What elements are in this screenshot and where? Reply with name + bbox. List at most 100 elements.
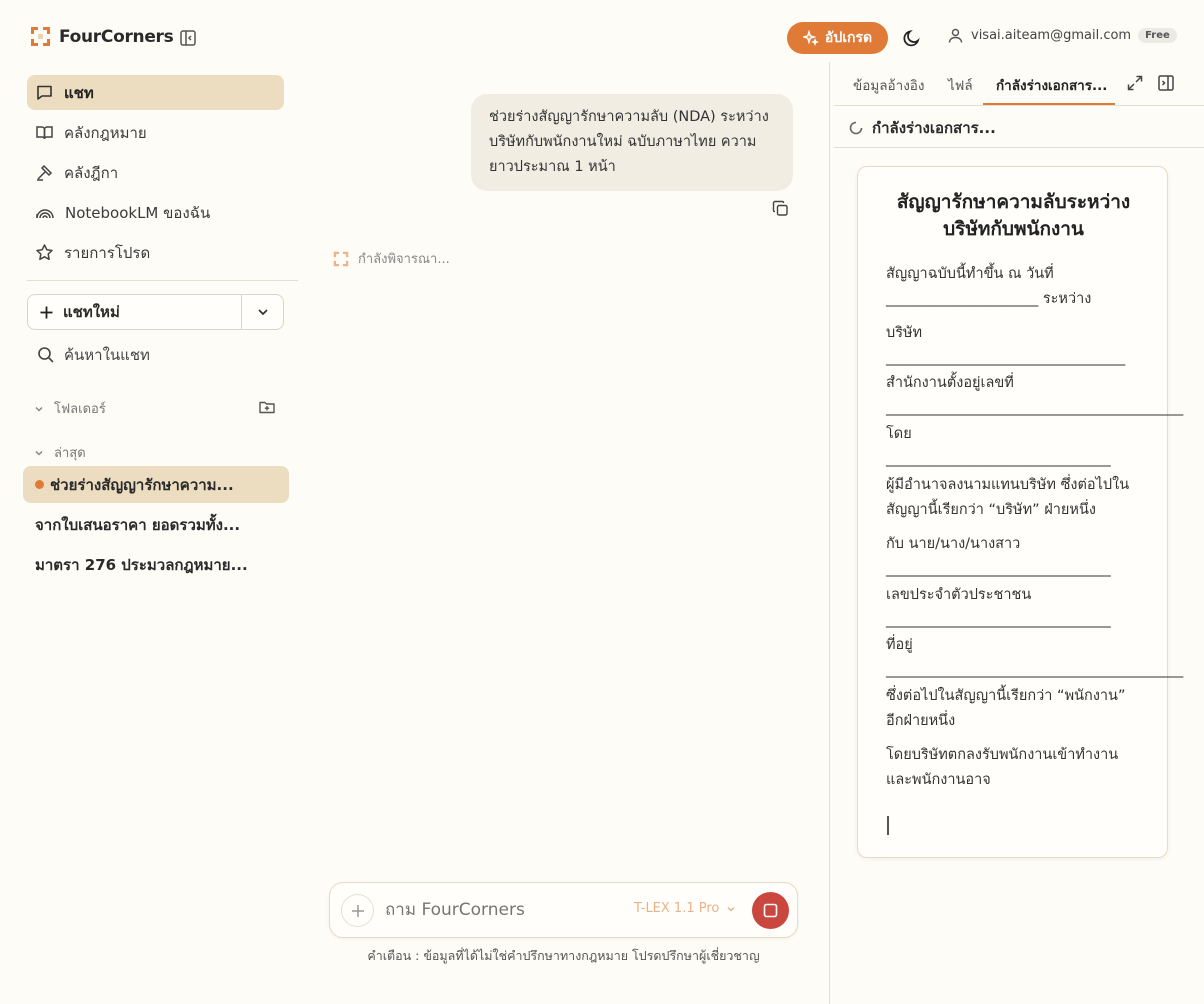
document-line: สัญญาฉบับนี้ทำขึ้น ณ วันที่ bbox=[886, 266, 1054, 282]
chevron-down-icon bbox=[257, 309, 268, 316]
search-icon bbox=[38, 347, 54, 363]
document-line: _______________________________ bbox=[886, 451, 1111, 467]
recent-chat-item[interactable]: มาตรา 276 ประมวลกฎหมาย... bbox=[23, 546, 289, 583]
tabs-divider bbox=[834, 105, 1204, 106]
document-title: สัญญารักษาความลับระหว่าง บริษัทกับพนักงา… bbox=[872, 189, 1155, 243]
document-line: โดยบริษัทตกลงรับพนักงานเข้าทำงาน bbox=[886, 747, 1119, 763]
document-line: สำนักงานตั้งอยู่เลขที่ bbox=[886, 375, 1014, 391]
sidebar-item-notebooklm[interactable]: NotebookLM ของฉัน bbox=[27, 195, 284, 230]
star-icon bbox=[36, 244, 53, 261]
sidebar-item-label: รายการโปรด bbox=[64, 243, 151, 262]
search-chats-button[interactable]: ค้นหาในแชท bbox=[37, 343, 150, 367]
model-selector[interactable]: T-LEX 1.1 Pro bbox=[634, 901, 737, 916]
recent-label: ล่าสุด bbox=[54, 446, 86, 461]
notebook-icon bbox=[36, 209, 54, 219]
plus-icon bbox=[351, 904, 364, 917]
fourcorners-logo-icon bbox=[31, 27, 50, 46]
plus-icon bbox=[40, 306, 53, 318]
folders-label: โฟลเดอร์ bbox=[54, 402, 106, 417]
loading-spinner-icon bbox=[849, 121, 863, 135]
stop-icon bbox=[763, 903, 778, 918]
fourcorners-logo-icon bbox=[333, 251, 349, 266]
close-panel-button[interactable] bbox=[1157, 74, 1175, 92]
document-line: สัญญานี้เรียกว่า “บริษัท” ฝ่ายหนึ่ง bbox=[886, 502, 1096, 518]
copy-message-button[interactable] bbox=[772, 200, 789, 217]
message-input[interactable] bbox=[385, 900, 615, 920]
document-line: ผู้มีอำนาจลงนามแทนบริษัท ซึ่งต่อไปใน bbox=[886, 477, 1130, 493]
gavel-icon bbox=[37, 164, 53, 181]
copy-icon bbox=[772, 200, 788, 216]
plan-badge: Free bbox=[1138, 28, 1177, 43]
recent-section-toggle[interactable]: ล่าสุด bbox=[33, 442, 86, 463]
model-label: T-LEX 1.1 Pro bbox=[634, 901, 720, 916]
document-line: และพนักงานอาจ bbox=[886, 772, 991, 788]
document-line: ________________________________________… bbox=[886, 662, 1184, 678]
document-line: ที่อยู่ bbox=[886, 637, 913, 653]
folder-plus-icon bbox=[259, 401, 275, 414]
sidebar-item-favorites[interactable]: รายการโปรด bbox=[27, 235, 284, 270]
document-line: _______________________________ bbox=[886, 561, 1111, 577]
search-chats-label: ค้นหาในแชท bbox=[64, 346, 150, 364]
active-indicator-dot bbox=[35, 480, 44, 489]
chat-icon bbox=[37, 85, 52, 100]
account-menu[interactable]: visai.aiteam@gmail.com Free bbox=[947, 27, 1177, 44]
document-line: _________________________________ bbox=[886, 350, 1126, 366]
sidebar-item-label: คลังกฎหมาย bbox=[64, 123, 147, 142]
document-line: อีกฝ่ายหนึ่ง bbox=[886, 713, 956, 729]
sidebar-item-label: NotebookLM ของฉัน bbox=[65, 203, 211, 222]
folders-section-toggle[interactable]: โฟลเดอร์ bbox=[33, 398, 106, 419]
document-preview: สัญญารักษาความลับระหว่าง บริษัทกับพนักงา… bbox=[857, 166, 1183, 858]
recent-chat-title: จากใบเสนอราคา ยอดรวมทั้ง... bbox=[35, 515, 241, 534]
document-title-line: สัญญารักษาความลับระหว่าง bbox=[896, 191, 1131, 213]
new-chat-dropdown-button[interactable] bbox=[241, 295, 283, 329]
sidebar-item-label: แชท bbox=[64, 83, 94, 102]
message-composer: T-LEX 1.1 Pro bbox=[329, 882, 798, 938]
recent-chat-item[interactable]: ช่วยร่างสัญญารักษาความ... bbox=[23, 466, 289, 503]
chevron-down-icon bbox=[35, 406, 43, 412]
document-line: ________________________________________… bbox=[886, 400, 1184, 416]
document-line: เลขประจำตัวประชาชน bbox=[886, 587, 1032, 603]
recent-chat-title: มาตรา 276 ประมวลกฎหมาย... bbox=[35, 555, 248, 574]
document-line: _______________________________ bbox=[886, 612, 1111, 628]
sparkle-icon bbox=[802, 30, 819, 46]
sidebar-item-supreme-court[interactable]: คลังฎีกา bbox=[27, 155, 284, 190]
attach-button[interactable] bbox=[341, 894, 374, 927]
stop-generation-button[interactable] bbox=[752, 892, 789, 929]
sidebar-item-chat[interactable]: แชท bbox=[27, 75, 284, 110]
upgrade-label: อัปเกรด bbox=[824, 30, 873, 46]
document-line: ซึ่งต่อไปในสัญญานี้เรียกว่า “พนักงาน” bbox=[886, 688, 1126, 704]
drafting-status-label: กำลังร่างเอกสาร... bbox=[872, 119, 996, 137]
sidebar-item-law-library[interactable]: คลังกฎหมาย bbox=[27, 115, 284, 150]
document-line: บริษัท bbox=[886, 325, 923, 341]
status-divider bbox=[834, 147, 1204, 148]
user-icon bbox=[948, 28, 963, 43]
add-folder-button[interactable] bbox=[258, 398, 276, 416]
tab-files[interactable]: ไฟล์ bbox=[948, 74, 973, 96]
user-message-line: ยาวประมาณ 1 หน้า bbox=[489, 159, 616, 175]
account-email: visai.aiteam@gmail.com bbox=[971, 28, 1132, 43]
sidebar-toggle-icon bbox=[180, 30, 196, 46]
theme-toggle-button[interactable] bbox=[902, 28, 922, 48]
brand-logo[interactable]: FourCorners bbox=[30, 26, 174, 47]
book-icon bbox=[36, 126, 53, 140]
user-message-bubble: ช่วยร่างสัญญารักษาความลับ (NDA) ระหว่าง … bbox=[471, 94, 793, 191]
upgrade-button[interactable]: อัปเกรด bbox=[787, 22, 888, 54]
document-line: กับ นาย/นาง/นางสาว bbox=[886, 536, 1021, 552]
brand-name: FourCorners bbox=[59, 26, 174, 47]
legal-disclaimer: คำเตือน : ข้อมูลที่ได้ไม่ใช่คำปรึกษาทางก… bbox=[367, 948, 760, 963]
document-line: _____________________ ระหว่าง bbox=[886, 291, 1092, 307]
recent-chat-item[interactable]: จากใบเสนอราคา ยอดรวมทั้ง... bbox=[23, 506, 289, 543]
tab-references[interactable]: ข้อมูลอ้างอิง bbox=[853, 74, 925, 96]
user-message-line: บริษัทกับพนักงานใหม่ ฉบับภาษาไทย ความ bbox=[489, 134, 757, 150]
tab-drafting-document[interactable]: กำลังร่างเอกสาร... bbox=[996, 74, 1107, 96]
chevron-down-icon bbox=[35, 450, 43, 456]
expand-panel-button[interactable] bbox=[1126, 74, 1144, 92]
recent-chat-title: ช่วยร่างสัญญารักษาความ... bbox=[50, 475, 234, 494]
chevron-down-icon bbox=[727, 906, 735, 912]
document-line: โดย bbox=[886, 426, 912, 442]
sidebar-divider bbox=[27, 280, 298, 281]
collapse-sidebar-button[interactable] bbox=[178, 28, 198, 48]
new-chat-button[interactable]: แชทใหม่ bbox=[28, 295, 241, 329]
sidebar-item-label: คลังฎีกา bbox=[64, 163, 119, 182]
panel-divider bbox=[829, 62, 830, 1004]
